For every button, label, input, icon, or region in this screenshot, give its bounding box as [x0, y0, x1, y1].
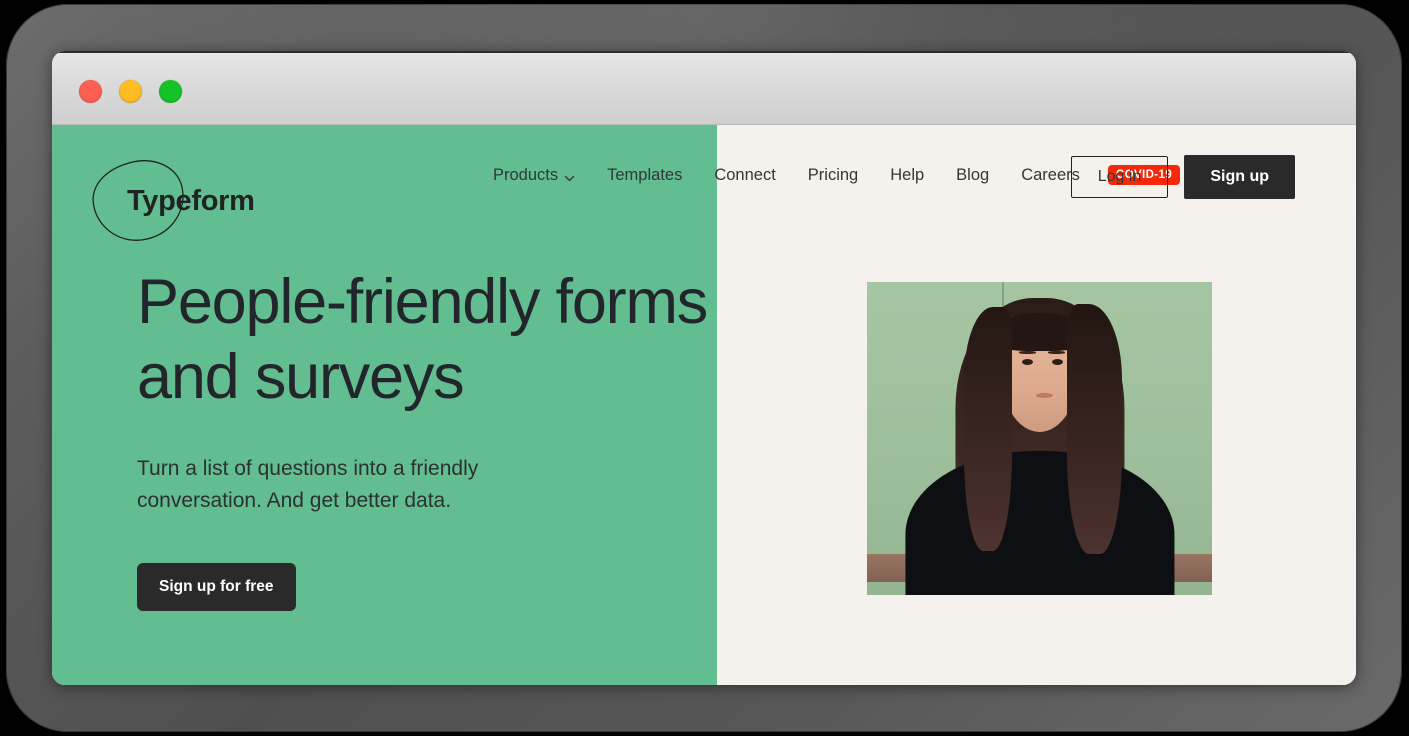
- typeform-logo[interactable]: Typeform: [85, 151, 265, 251]
- browser-title-bar: [52, 51, 1356, 125]
- close-window-button[interactable]: [79, 80, 102, 103]
- photo-hair-left: [963, 307, 1012, 552]
- photo-hair-right: [1067, 303, 1123, 555]
- traffic-lights: [79, 80, 182, 103]
- auth-buttons: Log in Sign up: [1070, 155, 1295, 199]
- photo-eyebrow-right: [1048, 350, 1066, 354]
- nav-link-templates[interactable]: Templates: [591, 166, 698, 185]
- photo-eye-right: [1051, 358, 1063, 365]
- nav-link-pricing[interactable]: Pricing: [792, 166, 874, 185]
- subtext-line-1: Turn a list of questions into a friendly: [137, 456, 479, 480]
- hero-portrait-photo: Portrait of a smiling woman with long da…: [867, 282, 1212, 595]
- logo-wordmark: Typeform: [127, 185, 255, 217]
- sign-up-button[interactable]: Sign up: [1184, 155, 1295, 199]
- browser-window: Typeform Products Templates Connect Pric…: [52, 51, 1356, 685]
- nav-link-help[interactable]: Help: [874, 166, 940, 185]
- hero-copy: People-friendly forms and surveys Turn a…: [137, 265, 777, 611]
- nav-label-products: Products: [493, 165, 559, 184]
- page-viewport: Typeform Products Templates Connect Pric…: [52, 125, 1356, 685]
- nav-link-products[interactable]: Products: [477, 166, 591, 185]
- minimize-window-button[interactable]: [119, 80, 142, 103]
- subtext-line-2: conversation. And get better data.: [137, 488, 452, 512]
- site-header: Typeform Products Templates Connect Pric…: [52, 125, 1356, 280]
- nav-link-connect[interactable]: Connect: [698, 166, 791, 185]
- headline-line-2: and surveys: [137, 341, 465, 412]
- nav-link-blog[interactable]: Blog: [940, 166, 1005, 185]
- headline-line-1: People-friendly forms: [137, 267, 708, 337]
- photo-eyebrow-left: [1018, 350, 1037, 354]
- hero-subtext: Turn a list of questions into a friendly…: [137, 453, 532, 517]
- sign-up-for-free-button[interactable]: Sign up for free: [137, 562, 296, 611]
- photo-eye-left: [1022, 358, 1034, 365]
- chevron-down-icon: [564, 170, 575, 181]
- page-title: People-friendly forms and surveys: [137, 265, 777, 415]
- log-in-button[interactable]: Log in: [1070, 156, 1169, 198]
- zoom-window-button[interactable]: [159, 80, 182, 103]
